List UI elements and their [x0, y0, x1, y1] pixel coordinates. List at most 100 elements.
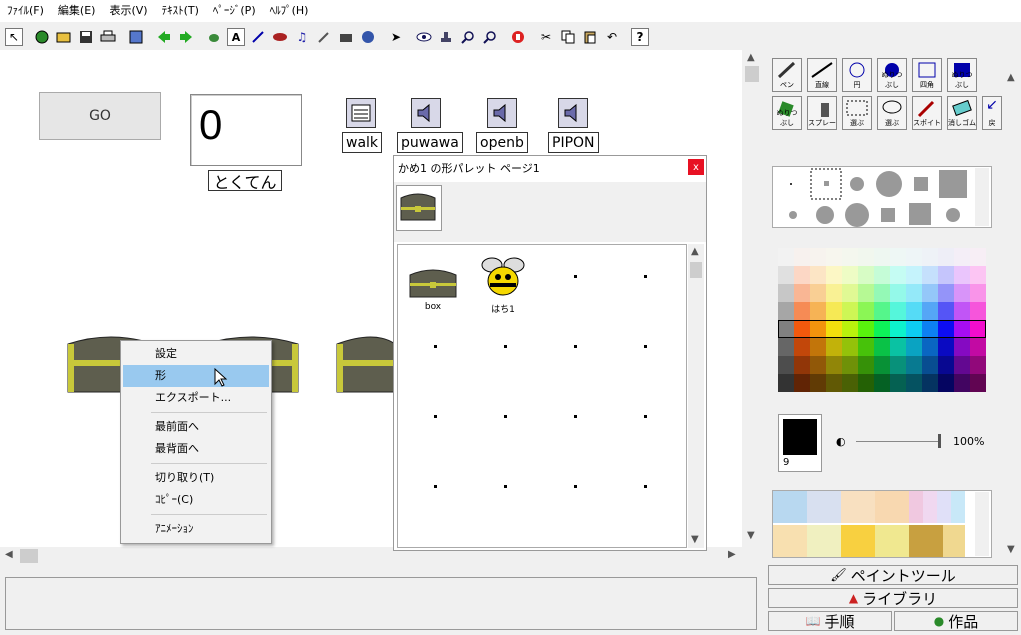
color-swatch[interactable] — [922, 374, 938, 392]
color-swatch[interactable] — [810, 338, 826, 356]
tab-paint-tool[interactable]: 🖌 ペイントツール — [768, 565, 1018, 585]
color-swatch[interactable] — [890, 248, 906, 266]
color-swatch[interactable] — [826, 338, 842, 356]
color-swatch[interactable] — [874, 248, 890, 266]
palette-shape-box[interactable]: box — [408, 265, 464, 312]
color-swatch[interactable] — [954, 248, 970, 266]
eraser-tool[interactable]: 消しゴム — [947, 96, 977, 130]
filled-rect-tool[interactable]: ぬりつぶし — [947, 58, 977, 92]
menu-page[interactable]: ﾍﾟｰｼﾞ(P) — [206, 0, 263, 22]
color-swatch[interactable] — [778, 248, 794, 266]
panel-vertical-scrollbar[interactable]: ▲ ▼ — [1003, 50, 1021, 560]
color-swatch[interactable] — [922, 356, 938, 374]
color-swatch[interactable] — [954, 374, 970, 392]
menu-item-shape[interactable]: 形 — [123, 365, 269, 387]
menu-file[interactable]: ﾌｧｲﾙ(F) — [0, 0, 51, 22]
circle-tool[interactable]: 円 — [842, 58, 872, 92]
treasure-chest[interactable] — [335, 334, 395, 398]
brush-scrollbar[interactable] — [975, 168, 989, 226]
color-swatch[interactable] — [778, 302, 794, 320]
color-swatch[interactable] — [842, 302, 858, 320]
color-swatch[interactable] — [794, 374, 810, 392]
color-swatch[interactable] — [874, 374, 890, 392]
color-swatch[interactable] — [938, 356, 954, 374]
menu-help[interactable]: ﾍﾙﾌﾟ(H) — [263, 0, 316, 22]
color-swatch[interactable] — [794, 248, 810, 266]
speaker-icon[interactable] — [411, 98, 441, 128]
eye-icon[interactable] — [415, 28, 433, 46]
select-arrow-icon[interactable]: ➤ — [387, 28, 405, 46]
color-swatch[interactable] — [858, 302, 874, 320]
scroll-thumb[interactable] — [20, 549, 38, 563]
speaker-icon[interactable] — [558, 98, 588, 128]
sound-label-walk[interactable]: walk — [342, 132, 383, 153]
color-swatch[interactable] — [794, 356, 810, 374]
undo-paint-tool[interactable]: ↙ 戻 — [982, 96, 1002, 130]
close-icon[interactable]: x — [688, 159, 704, 175]
color-swatch[interactable] — [858, 248, 874, 266]
scroll-up-icon[interactable]: ▲ — [1007, 72, 1015, 83]
color-swatch[interactable] — [938, 338, 954, 356]
color-swatch[interactable] — [842, 284, 858, 302]
music-note-icon[interactable]: ♫ — [293, 28, 311, 46]
scroll-right-icon[interactable]: ▶ — [728, 549, 736, 560]
print-icon[interactable] — [99, 28, 117, 46]
speaker-icon[interactable] — [487, 98, 517, 128]
sound-label-puwawa[interactable]: puwawa — [397, 132, 463, 153]
spray-tool[interactable]: スプレー — [807, 96, 837, 130]
color-swatch[interactable] — [826, 356, 842, 374]
color-swatch[interactable] — [970, 266, 986, 284]
opacity-slider-thumb[interactable] — [938, 434, 941, 448]
pointer-icon[interactable]: ↖ — [5, 28, 23, 46]
color-swatch[interactable] — [922, 284, 938, 302]
movie-icon[interactable] — [337, 28, 355, 46]
scroll-up-icon[interactable]: ▲ — [747, 52, 755, 63]
eyedropper-tool[interactable]: スポイト — [912, 96, 942, 130]
scroll-down-icon[interactable]: ▼ — [747, 530, 755, 541]
music-score-icon[interactable] — [346, 98, 376, 128]
globe-icon[interactable] — [33, 28, 51, 46]
color-swatch[interactable] — [810, 284, 826, 302]
color-swatch[interactable] — [938, 302, 954, 320]
paste-icon[interactable] — [581, 28, 599, 46]
color-swatch[interactable] — [778, 338, 794, 356]
palette-shape-bee[interactable]: はち1 — [478, 253, 534, 315]
color-swatch[interactable] — [906, 266, 922, 284]
color-swatch[interactable] — [826, 284, 842, 302]
color-swatch[interactable] — [842, 266, 858, 284]
filled-circle-tool[interactable]: ぬりつぶし — [877, 58, 907, 92]
world-icon[interactable] — [359, 28, 377, 46]
color-swatch[interactable] — [810, 356, 826, 374]
scroll-down-icon[interactable]: ▼ — [691, 534, 699, 545]
color-swatch[interactable] — [938, 284, 954, 302]
color-swatch[interactable] — [842, 338, 858, 356]
select-rect-tool[interactable]: 選ぶ — [842, 96, 872, 130]
opacity-slider[interactable] — [856, 441, 940, 442]
color-swatch[interactable] — [858, 356, 874, 374]
color-swatch[interactable] — [922, 248, 938, 266]
pattern-scrollbar[interactable] — [975, 492, 989, 556]
undo-icon[interactable]: ↶ — [603, 28, 621, 46]
tab-procedure[interactable]: 📖 手順 — [768, 611, 892, 631]
color-swatch[interactable] — [890, 338, 906, 356]
rect-tool[interactable]: 四角 — [912, 58, 942, 92]
color-swatch[interactable] — [778, 374, 794, 392]
page-list-icon[interactable] — [127, 28, 145, 46]
color-swatch[interactable] — [874, 266, 890, 284]
color-swatch[interactable] — [954, 356, 970, 374]
color-swatch[interactable] — [842, 356, 858, 374]
color-swatch[interactable] — [970, 356, 986, 374]
color-swatch[interactable] — [826, 266, 842, 284]
stage-vertical-scrollbar[interactable]: ▲ ▼ — [742, 50, 762, 547]
brush-size-picker[interactable] — [772, 166, 992, 228]
back-arrow-icon[interactable] — [155, 28, 173, 46]
color-swatch[interactable] — [858, 338, 874, 356]
color-swatch[interactable] — [842, 248, 858, 266]
color-swatch[interactable] — [906, 356, 922, 374]
zoom-out-icon[interactable] — [481, 28, 499, 46]
menu-item-animation[interactable]: ｱﾆﾒｰｼｮﾝ — [123, 518, 269, 540]
color-swatch[interactable] — [954, 284, 970, 302]
current-color-box[interactable]: 9 — [778, 414, 822, 472]
stop-hand-icon[interactable] — [509, 28, 527, 46]
menu-item-cut[interactable]: 切り取り(T) — [123, 467, 269, 489]
